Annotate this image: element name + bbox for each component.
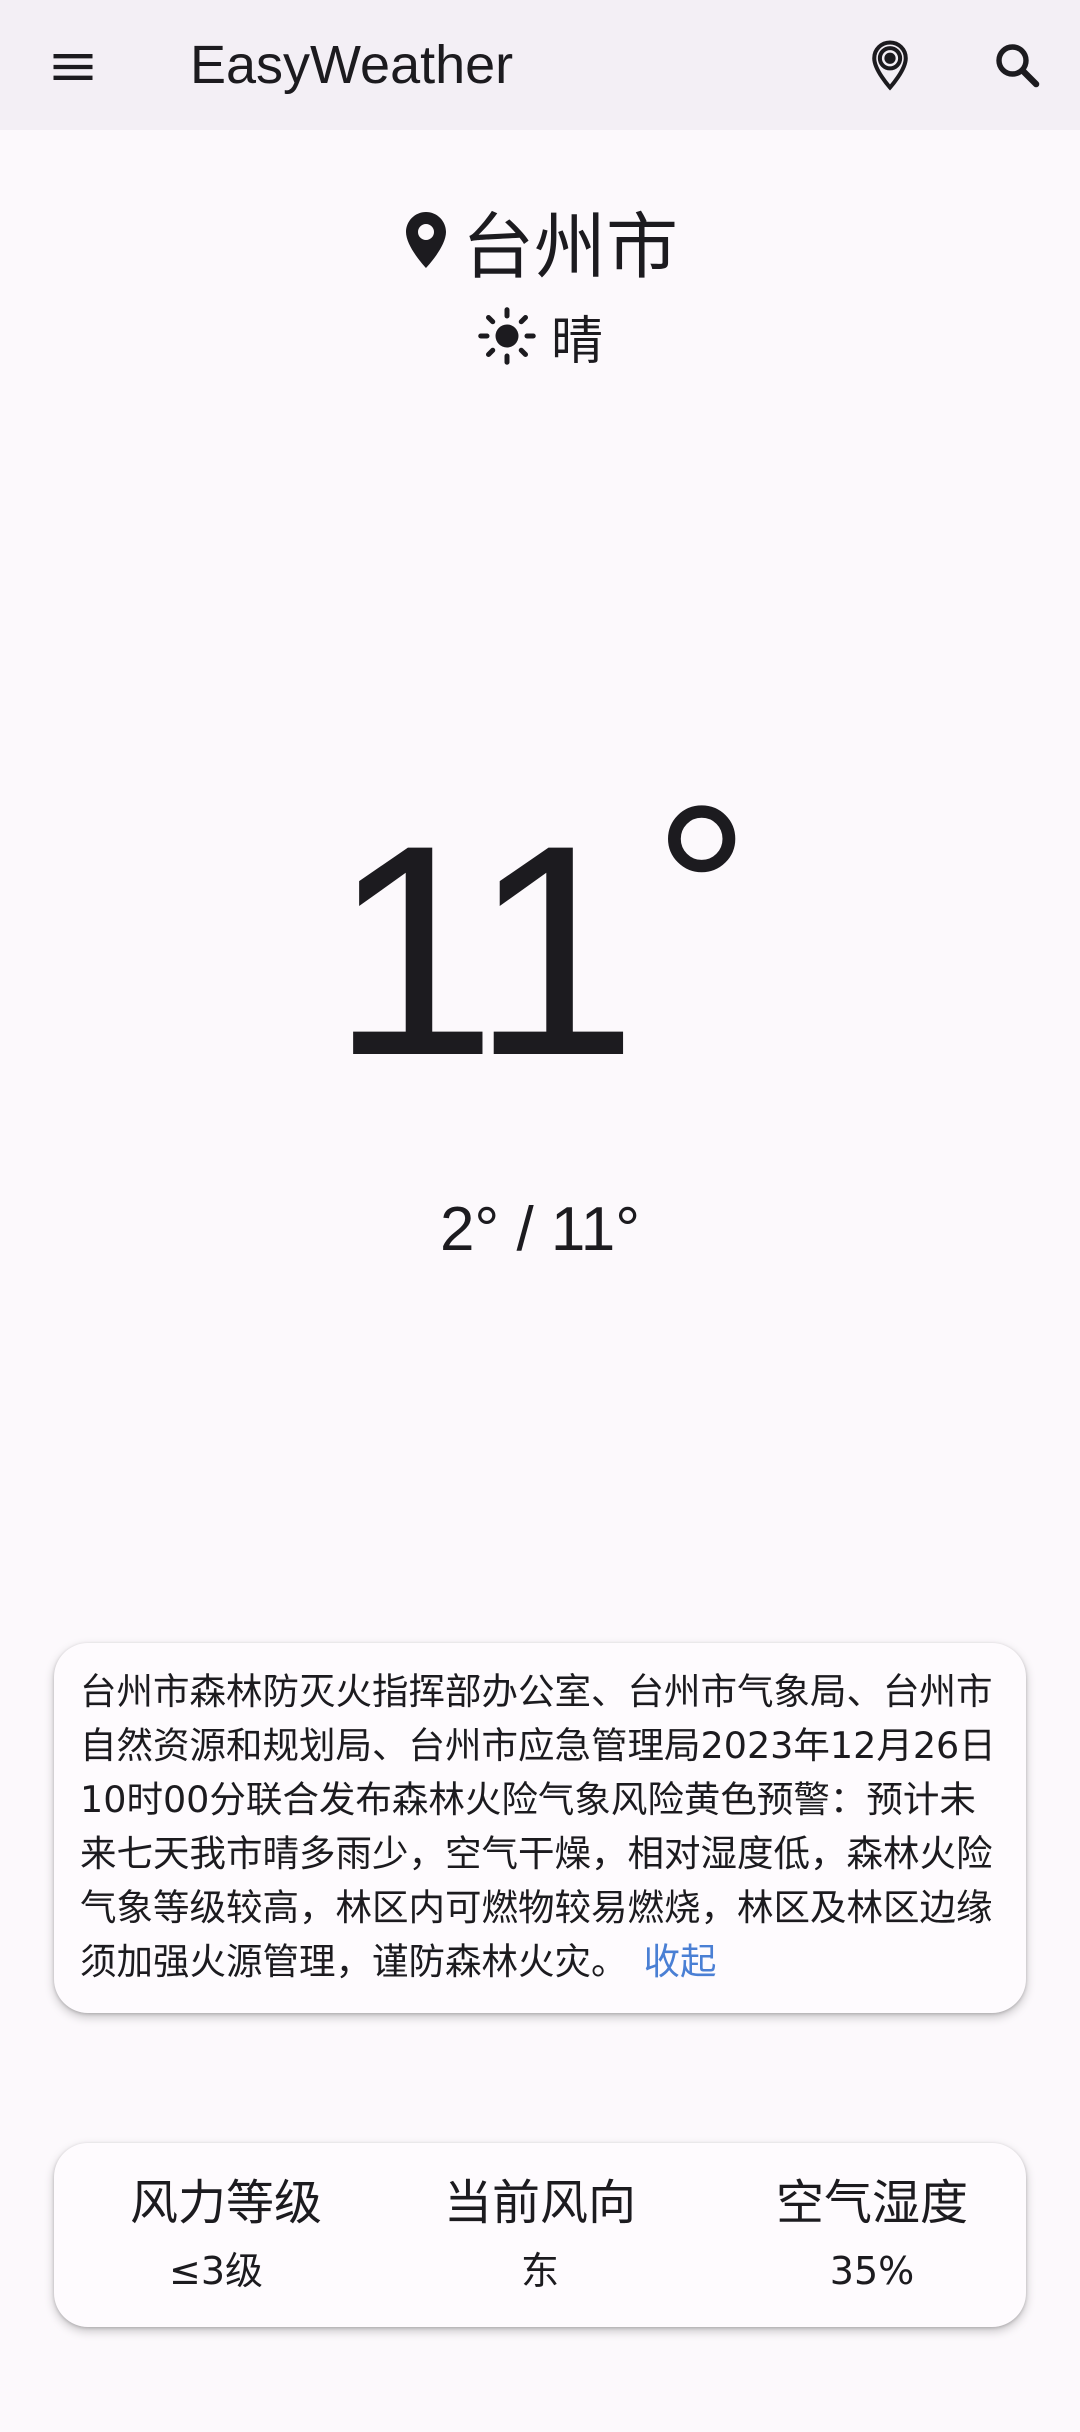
top-app-bar: EasyWeather bbox=[0, 0, 1080, 130]
menu-icon bbox=[53, 54, 93, 80]
detail-value: ≤3级 bbox=[168, 2249, 264, 2293]
menu-button[interactable] bbox=[28, 22, 118, 112]
city-name: 台州市 bbox=[461, 204, 678, 289]
app-title: EasyWeather bbox=[190, 35, 514, 95]
alert-message: 台州市森林防灭火指挥部办公室、台州市气象局、台州市自然资源和规划局、台州市应急管… bbox=[80, 1670, 996, 1983]
temperature-value: 11 bbox=[330, 782, 637, 1118]
condition-text: 晴 bbox=[550, 311, 603, 372]
location-pin-icon bbox=[405, 212, 446, 268]
detail-label: 当前风向 bbox=[443, 2175, 636, 2231]
sun-icon bbox=[478, 307, 536, 365]
wind-direction-item: 当前风向 东 bbox=[390, 2173, 690, 2299]
detail-label: 空气湿度 bbox=[775, 2175, 968, 2231]
humidity-item: 空气湿度 35% bbox=[722, 2173, 1022, 2299]
detail-value: 35% bbox=[829, 2249, 915, 2293]
weather-condition: 晴 bbox=[0, 296, 1080, 376]
degree-symbol: ° bbox=[653, 756, 750, 1024]
wind-level-item: 风力等级 ≤3级 bbox=[76, 2173, 376, 2299]
search-button[interactable] bbox=[972, 20, 1062, 110]
weather-alert-card: 台州市森林防灭火指挥部办公室、台州市气象局、台州市自然资源和规划局、台州市应急管… bbox=[54, 1643, 1026, 2013]
detail-value: 东 bbox=[520, 2249, 559, 2293]
search-icon bbox=[996, 44, 1040, 88]
temperature-range: 2° / 11° bbox=[439, 1195, 641, 1264]
alert-text-block: 台州市森林防灭火指挥部办公室、台州市气象局、台州市自然资源和规划局、台州市应急管… bbox=[80, 1665, 1000, 1989]
collapse-link[interactable]: 收起 bbox=[644, 1940, 717, 1983]
location-header[interactable]: 台州市 bbox=[0, 190, 1080, 290]
locate-button[interactable] bbox=[845, 20, 935, 110]
detail-label: 风力等级 bbox=[129, 2175, 322, 2231]
weather-details-card: 风力等级 ≤3级 当前风向 东 空气湿度 35% bbox=[54, 2143, 1026, 2327]
location-pin-icon bbox=[872, 40, 908, 91]
current-temperature: 11 ° bbox=[0, 770, 1080, 1118]
